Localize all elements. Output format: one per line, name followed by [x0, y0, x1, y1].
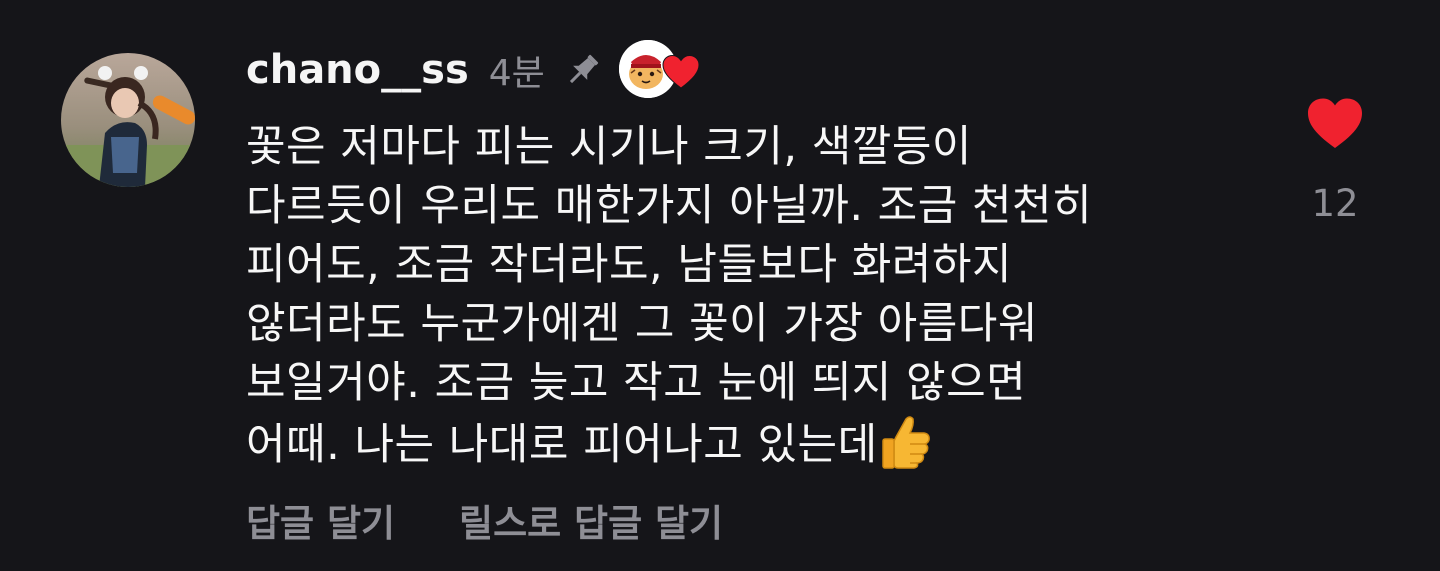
like-control: 12 [1296, 96, 1374, 225]
like-count: 12 [1311, 182, 1359, 225]
username[interactable]: chano__ss [246, 47, 469, 93]
comment-text-line: 않더라도 누군가에겐 그 꽃이 가장 아름다워 [246, 299, 1038, 349]
comment-text-line: 보일거야. 조금 늦고 작고 눈에 띄지 않으면 [246, 358, 1027, 408]
comment-actions: 답글 달기 릴스로 답글 달기 [246, 490, 723, 550]
pin-icon [563, 50, 603, 90]
comment-text-last-line: 어때. 나는 나대로 피어나고 있는데 [246, 413, 1092, 475]
comment-text-line: 꽃은 저마다 피는 시기나 크기, 색깔등이 [246, 122, 972, 172]
comment-text: 꽃은 저마다 피는 시기나 크기, 색깔등이 다르듯이 우리도 매한가지 아닐까… [246, 118, 1092, 475]
commenter-avatar[interactable] [61, 53, 195, 187]
comment-header: chano__ss 4분 [246, 40, 707, 100]
comment-time: 4분 [488, 53, 545, 94]
comment-text-line: 어때. 나는 나대로 피어나고 있는데 [246, 420, 878, 470]
comment-text-line: 다르듯이 우리도 매한가지 아닐까. 조금 천천히 [246, 181, 1093, 231]
heart-icon[interactable] [1305, 96, 1365, 152]
thumbs-up-emoji [880, 413, 932, 469]
reels-reply-button[interactable]: 릴스로 답글 달기 [459, 493, 723, 547]
reply-button[interactable]: 답글 달기 [246, 493, 395, 547]
comment-text-line: 피어도, 조금 작더라도, 남들보다 화려하지 [246, 240, 1013, 290]
comment-item: chano__ss 4분 꽃은 저마다 피는 시기나 크기, 색깔등이 다르듯이… [0, 0, 1440, 571]
creator-liked-badge [618, 40, 707, 100]
creator-liked-heart-icon [661, 54, 701, 90]
